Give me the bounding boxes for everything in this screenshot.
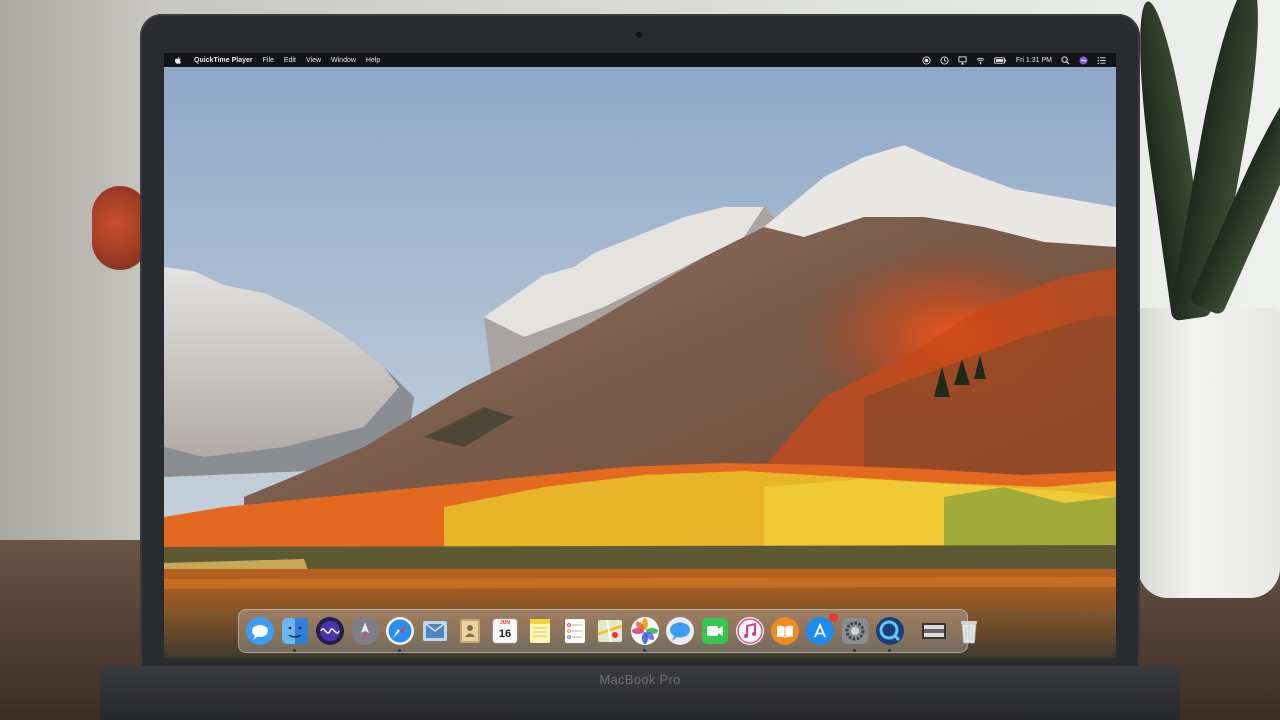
menu-app-name[interactable]: QuickTime Player xyxy=(194,57,253,64)
dock-system-preferences[interactable] xyxy=(840,616,870,652)
desktop-wallpaper xyxy=(164,67,1116,658)
launchpad-icon xyxy=(351,617,379,645)
menu-edit[interactable]: Edit xyxy=(284,57,296,64)
gear-icon xyxy=(842,618,868,644)
camera xyxy=(636,32,642,38)
dock-siri[interactable] xyxy=(315,616,345,646)
dock-app-store[interactable] xyxy=(805,613,838,646)
finder-icon xyxy=(282,618,308,644)
menu-view[interactable]: View xyxy=(306,57,321,64)
dock-safari[interactable] xyxy=(385,616,415,652)
itunes-icon xyxy=(736,617,764,645)
battery-icon[interactable] xyxy=(994,56,1007,65)
notes-icon xyxy=(530,619,550,643)
spotlight-search-icon[interactable] xyxy=(1061,55,1070,65)
messages-icon xyxy=(246,617,274,645)
photos-icon xyxy=(631,617,659,645)
status-area: Fri 1:31 PM xyxy=(922,55,1106,65)
maps-icon xyxy=(597,619,623,643)
time-machine-icon[interactable] xyxy=(940,55,949,65)
dock-contacts[interactable] xyxy=(455,616,485,646)
dock-quicktime[interactable] xyxy=(875,616,905,652)
quicktime-icon xyxy=(876,617,904,645)
reminders-icon xyxy=(565,619,585,643)
dock-reminders[interactable] xyxy=(560,616,590,646)
running-indicator xyxy=(853,649,856,652)
dock-calendar[interactable]: JUN 16 xyxy=(490,616,520,646)
downloads-stack-icon xyxy=(922,623,946,639)
dock-notes[interactable] xyxy=(525,616,555,646)
menu-bar: QuickTime Player File Edit View Window H… xyxy=(164,53,1116,67)
facetime-icon xyxy=(702,618,728,644)
laptop-brand-label: MacBook Pro xyxy=(599,672,681,687)
dock-launchpad[interactable] xyxy=(350,616,380,646)
safari-icon xyxy=(386,617,414,645)
running-indicator xyxy=(293,649,296,652)
menu-window[interactable]: Window xyxy=(331,57,356,64)
dock-photos[interactable] xyxy=(630,616,660,652)
contacts-icon xyxy=(460,619,480,643)
dock: JUN 16 xyxy=(238,609,977,653)
menu-help[interactable]: Help xyxy=(366,57,380,64)
dock-maps[interactable] xyxy=(595,616,625,646)
notification-center-icon[interactable] xyxy=(1097,56,1106,65)
calendar-day: 16 xyxy=(498,628,512,640)
record-icon[interactable] xyxy=(922,55,931,65)
dock-messages-2[interactable] xyxy=(665,616,695,646)
menu-clock[interactable]: Fri 1:31 PM xyxy=(1016,57,1052,64)
siri-icon xyxy=(316,617,344,645)
dock-messages[interactable] xyxy=(245,616,275,646)
dock-finder[interactable] xyxy=(280,616,310,652)
messages-icon xyxy=(666,617,694,645)
ibooks-icon xyxy=(771,617,799,645)
dock-ibooks[interactable] xyxy=(770,616,800,646)
dock-facetime[interactable] xyxy=(700,616,730,646)
mail-icon xyxy=(423,621,447,641)
calendar-month: JUN xyxy=(499,620,510,626)
menu-file[interactable]: File xyxy=(263,57,274,64)
airplay-icon[interactable] xyxy=(958,55,967,65)
siri-icon[interactable] xyxy=(1079,55,1088,65)
running-indicator xyxy=(643,649,646,652)
dock-trash[interactable] xyxy=(954,616,984,646)
screen: QuickTime Player File Edit View Window H… xyxy=(164,53,1116,658)
dock-itunes[interactable] xyxy=(735,616,765,646)
wifi-icon[interactable] xyxy=(976,56,985,65)
app-store-badge xyxy=(829,613,838,622)
dock-mail[interactable] xyxy=(420,616,450,646)
plant-pot xyxy=(1138,308,1280,598)
apple-icon[interactable] xyxy=(174,56,182,65)
running-indicator xyxy=(398,649,401,652)
dock-downloads-stack[interactable] xyxy=(919,616,949,646)
running-indicator xyxy=(888,649,891,652)
trash-icon xyxy=(961,621,977,644)
